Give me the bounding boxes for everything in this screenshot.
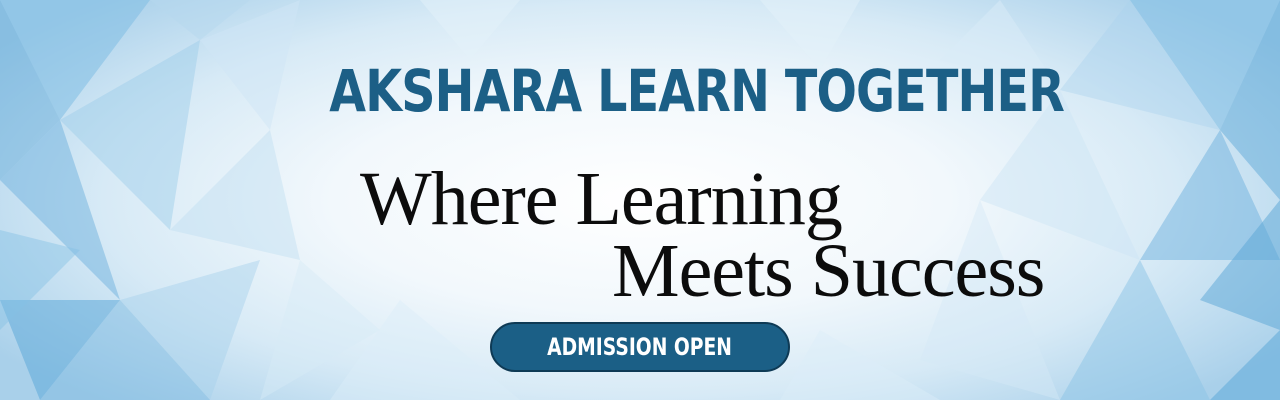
banner-content: AKSHARA LEARN TOGETHER Where Learning Me… (0, 0, 1280, 400)
tagline-line-2: Meets Success (612, 229, 1045, 313)
admission-open-label: ADMISSION OPEN (547, 333, 733, 361)
banner-headline: AKSHARA LEARN TOGETHER (329, 57, 1065, 125)
hero-banner: AKSHARA LEARN TOGETHER Where Learning Me… (0, 0, 1280, 400)
admission-open-button[interactable]: ADMISSION OPEN (490, 322, 790, 372)
